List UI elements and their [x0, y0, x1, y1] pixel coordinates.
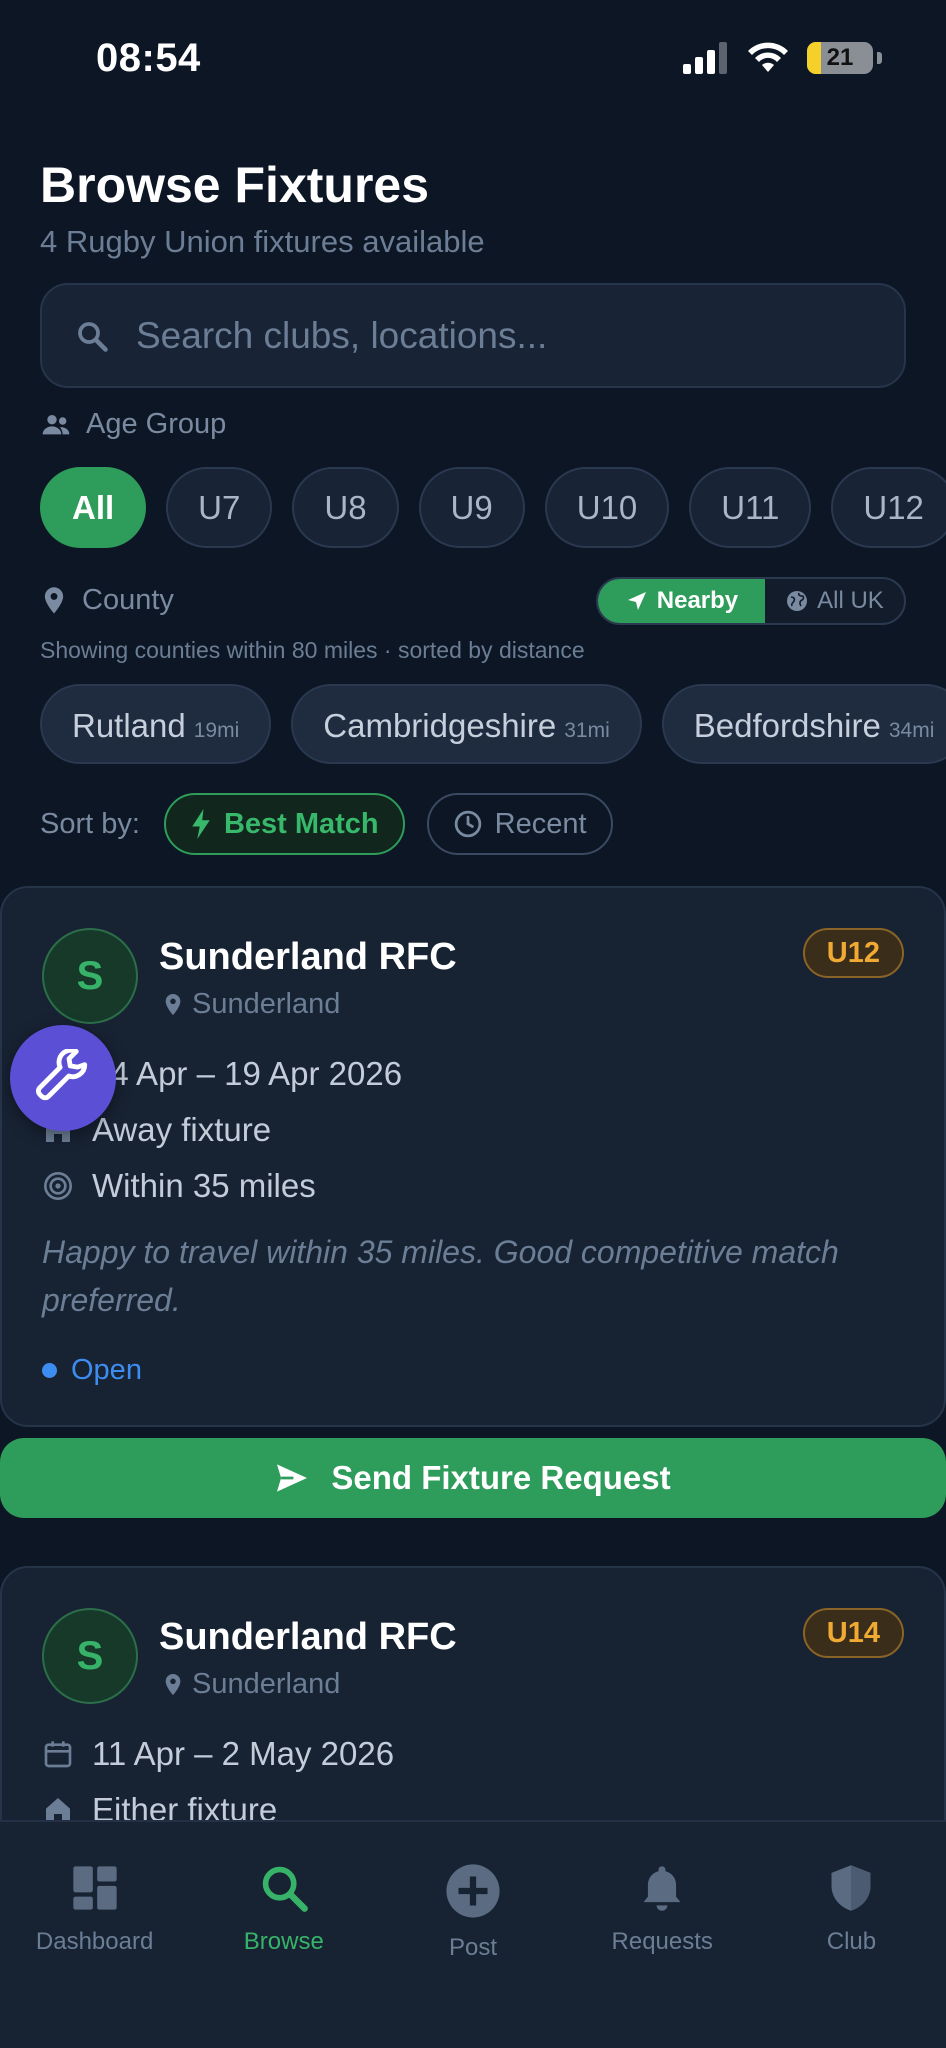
county-chip-distance: 31mi	[564, 719, 610, 742]
send-icon	[277, 1464, 308, 1492]
fixture-dates-text: 11 Apr – 2 May 2026	[92, 1735, 395, 1772]
sort-recent-button[interactable]: Recent	[426, 793, 613, 855]
fixture-status: Open	[42, 1354, 142, 1387]
fixtures-count: 4 Rugby Union fixtures available	[40, 224, 485, 259]
county-label: County	[40, 584, 174, 617]
age-chip-u9[interactable]: U9	[418, 467, 525, 548]
fixture-dates-text: 14 Apr – 19 Apr 2026	[92, 1055, 403, 1092]
battery-percent: 21	[826, 44, 854, 71]
dashboard-icon	[72, 1866, 117, 1910]
status-dot	[42, 1363, 57, 1378]
county-chip-name: Rutland	[72, 707, 186, 744]
county-chip-cambridgeshire[interactable]: Cambridgeshire 31mi	[291, 684, 642, 764]
target-icon	[44, 1172, 72, 1200]
cellular-signal-icon	[683, 42, 727, 74]
age-badge: U14	[802, 1608, 904, 1658]
plus-circle-icon	[446, 1864, 500, 1918]
toggle-nearby[interactable]: Nearby	[598, 579, 765, 623]
fixture-card[interactable]: S Sunderland RFC Sunderland U12 14 Apr –…	[0, 886, 946, 1427]
age-group-label: Age Group	[40, 408, 226, 441]
page-title: Browse Fixtures	[40, 157, 430, 213]
tab-post[interactable]: Post	[378, 1822, 567, 2048]
clock-icon	[454, 810, 481, 838]
navigation-arrow-icon	[627, 592, 646, 610]
tab-dashboard[interactable]: Dashboard	[0, 1822, 189, 2048]
search-icon	[78, 321, 108, 352]
location-pin-icon	[44, 586, 64, 614]
bell-icon	[643, 1866, 681, 1911]
search-box[interactable]	[40, 283, 906, 388]
search-input[interactable]	[136, 314, 856, 357]
sort-label: Sort by:	[40, 807, 140, 840]
club-location: Sunderland	[162, 988, 340, 1021]
sort-bar: Sort by: Best Match Recent	[40, 793, 613, 855]
bottom-tab-bar: Dashboard Browse Post Requests Club	[0, 1820, 946, 2048]
county-chip-distance: 34mi	[888, 719, 935, 742]
club-location-text: Sunderland	[192, 1668, 341, 1700]
sort-best-match-button[interactable]: Best Match	[163, 793, 405, 855]
club-avatar: S	[42, 928, 138, 1024]
age-chip-u12[interactable]: U12	[831, 467, 946, 548]
age-chip-u10[interactable]: U10	[544, 467, 670, 548]
sort-best-match-label: Best Match	[223, 807, 379, 840]
county-chip-name: Bedfordshire	[693, 707, 881, 744]
battery-icon: 21	[807, 42, 873, 74]
tab-requests[interactable]: Requests	[568, 1822, 757, 2048]
age-chip-all[interactable]: All	[40, 467, 147, 548]
send-fixture-request-label: Send Fixture Request	[331, 1459, 671, 1496]
club-name: Sunderland RFC	[159, 936, 457, 978]
fixture-radius: Within 35 miles	[42, 1167, 316, 1205]
county-scope-toggle: Nearby All UK	[596, 577, 906, 625]
tab-requests-label: Requests	[611, 1928, 713, 1955]
calendar-icon	[44, 1741, 72, 1768]
fixture-radius-text: Within 35 miles	[92, 1167, 316, 1204]
club-location: Sunderland	[162, 1668, 340, 1701]
sort-recent-label: Recent	[494, 807, 587, 840]
county-chips: Rutland 19mi Cambridgeshire 31mi Bedford…	[40, 684, 946, 764]
send-fixture-request-button[interactable]: Send Fixture Request	[0, 1438, 946, 1518]
county-chip-distance: 19mi	[193, 719, 240, 742]
club-name: Sunderland RFC	[159, 1616, 457, 1658]
search-icon	[262, 1866, 308, 1912]
age-group-chips: All U7 U8 U9 U10 U11 U12	[40, 467, 946, 548]
people-icon	[42, 414, 70, 434]
battery-tip	[877, 52, 882, 64]
county-hint: Showing counties within 80 miles · sorte…	[40, 637, 585, 663]
fixture-note: Happy to travel within 35 miles. Good co…	[42, 1234, 839, 1318]
county-label-text: County	[82, 584, 174, 616]
age-chip-u8[interactable]: U8	[292, 467, 399, 548]
dev-tools-button[interactable]	[10, 1025, 116, 1131]
location-pin-icon	[165, 993, 181, 1015]
tab-dashboard-label: Dashboard	[35, 1928, 154, 1955]
location-pin-icon	[165, 1673, 181, 1695]
tab-post-label: Post	[448, 1934, 498, 1961]
toggle-all-uk-label: All UK	[817, 587, 884, 614]
wifi-icon	[748, 42, 788, 72]
county-chip-bedfordshire[interactable]: Bedfordshire 34mi	[661, 684, 946, 764]
club-avatar: S	[42, 1608, 138, 1704]
globe-icon	[787, 591, 808, 611]
tab-club-label: Club	[826, 1928, 877, 1955]
toggle-all-uk[interactable]: All UK	[765, 579, 904, 623]
tab-browse[interactable]: Browse	[189, 1822, 378, 2048]
age-chip-u11[interactable]: U11	[689, 467, 812, 548]
age-chip-u7[interactable]: U7	[166, 467, 273, 548]
age-badge: U12	[802, 928, 904, 978]
fixture-dates: 11 Apr – 2 May 2026	[42, 1735, 394, 1773]
club-location-text: Sunderland	[192, 988, 341, 1020]
county-chip-name: Cambridgeshire	[323, 707, 557, 744]
shield-icon	[831, 1865, 871, 1911]
fixture-status-text: Open	[71, 1354, 142, 1386]
wrench-icon	[36, 1049, 88, 1101]
status-time: 08:54	[96, 36, 201, 80]
lightning-icon	[192, 809, 210, 839]
age-group-label-text: Age Group	[86, 408, 227, 440]
status-indicators: 21	[683, 42, 882, 74]
tab-club[interactable]: Club	[757, 1822, 946, 2048]
tab-browse-label: Browse	[243, 1928, 324, 1955]
county-chip-rutland[interactable]: Rutland 19mi	[40, 684, 272, 764]
toggle-nearby-label: Nearby	[656, 587, 739, 614]
fixture-venue-text: Away fixture	[92, 1111, 272, 1148]
